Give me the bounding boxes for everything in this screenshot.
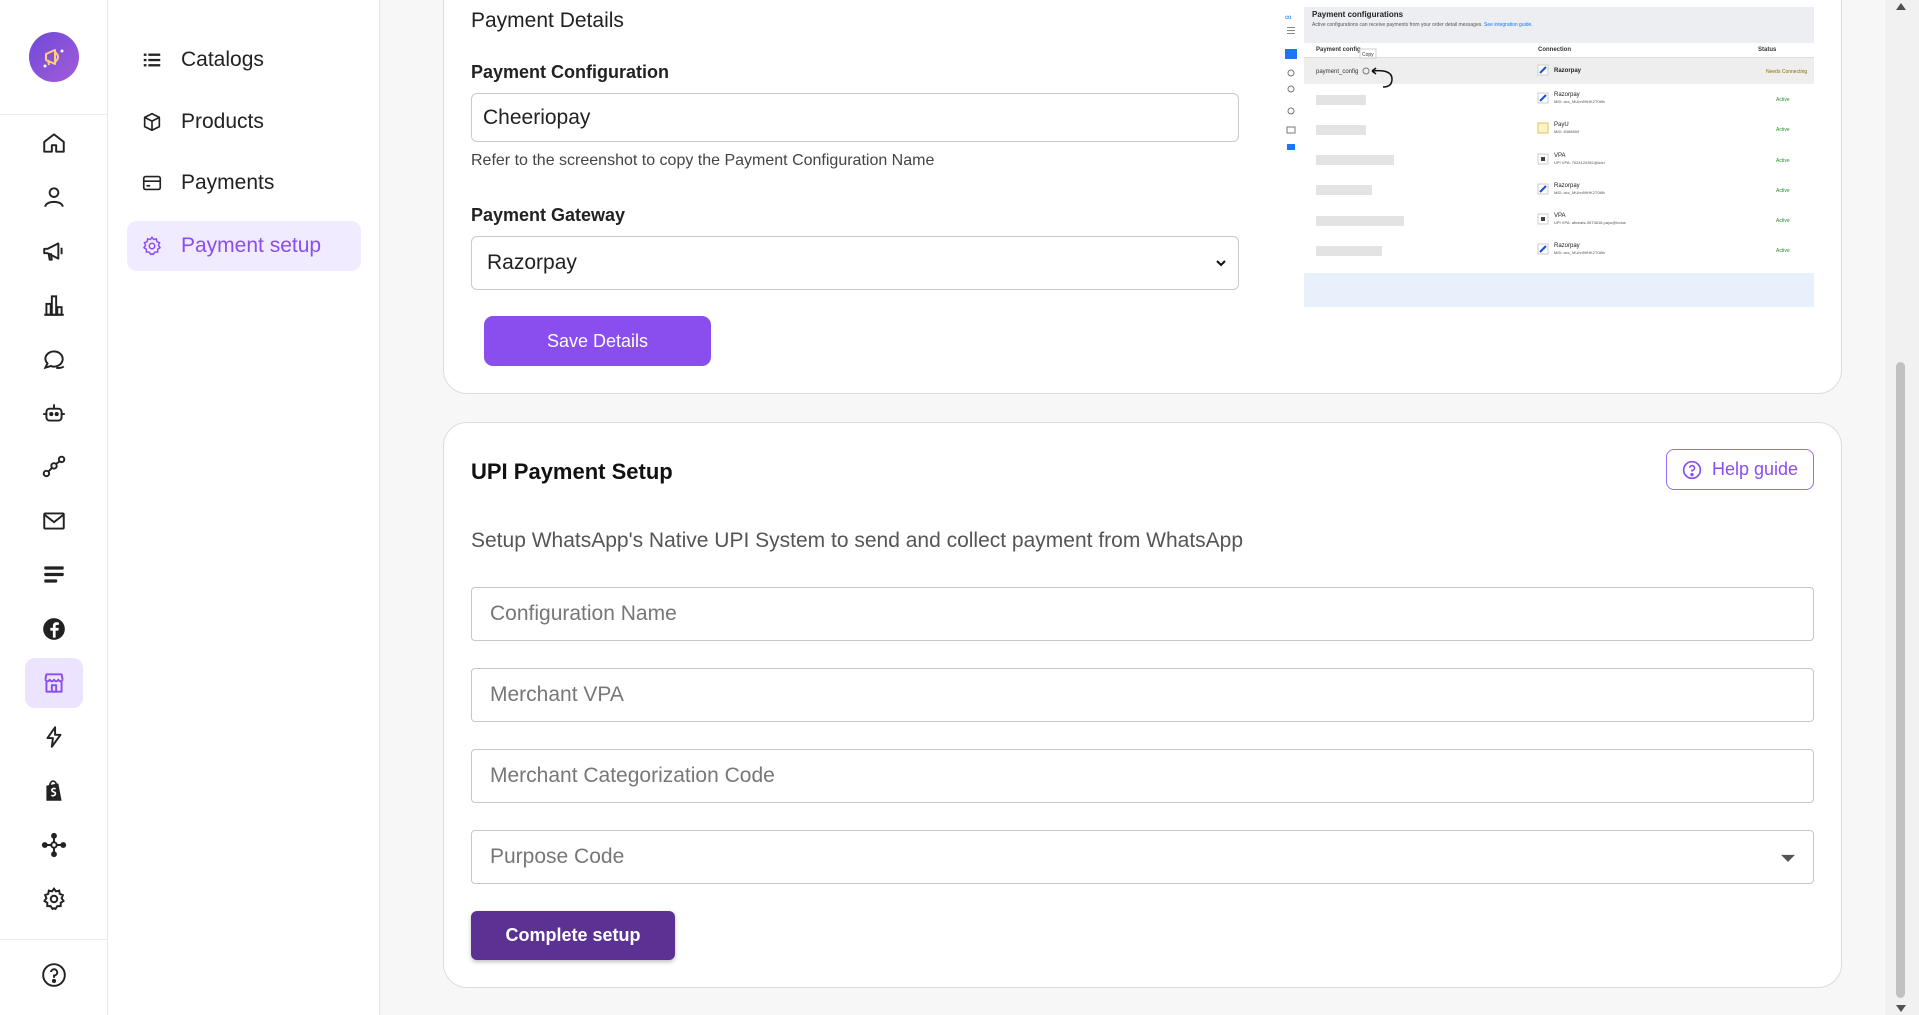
page-scrollbar[interactable] — [1885, 0, 1919, 1015]
payment-config-input[interactable]: Cheeriopay — [471, 93, 1239, 142]
purpose-code-select[interactable]: Purpose Code — [471, 830, 1814, 884]
subnav-label: Catalogs — [181, 48, 264, 71]
scroll-down-arrow-icon[interactable] — [1896, 1005, 1906, 1012]
complete-setup-button[interactable]: Complete setup — [471, 911, 675, 960]
svg-text:UPI VPA: 7024124361@icici: UPI VPA: 7024124361@icici — [1554, 160, 1605, 165]
svg-text:Status: Status — [1758, 47, 1777, 53]
subnav-item-payments[interactable]: Payments — [127, 158, 361, 208]
shopify-icon[interactable] — [25, 766, 83, 816]
svg-text:Active: Active — [1776, 188, 1790, 194]
facebook-icon[interactable] — [25, 604, 83, 654]
svg-text:MID: acc_MUhn59HK2T0i8h: MID: acc_MUhn59HK2T0i8h — [1554, 190, 1605, 195]
help-guide-label: Help guide — [1711, 459, 1799, 479]
upi-description: Setup WhatsApp's Native UPI System to se… — [471, 529, 1244, 552]
gear-icon — [142, 236, 162, 256]
scroll-up-arrow-icon[interactable] — [1896, 3, 1906, 10]
svg-text:Razorpay: Razorpay — [1554, 243, 1580, 249]
mail-icon[interactable] — [25, 496, 83, 546]
rail-divider — [0, 939, 107, 940]
subnav-label: Payment setup — [181, 234, 322, 257]
home-icon[interactable] — [25, 118, 83, 168]
bot-icon[interactable] — [25, 388, 83, 438]
merchant-vpa-placeholder: Merchant VPA — [490, 683, 624, 706]
svg-text:VPA: VPA — [1554, 153, 1566, 159]
svg-text:Razorpay: Razorpay — [1554, 183, 1580, 189]
payment-config-helper: Refer to the screenshot to copy the Paym… — [471, 152, 935, 169]
payment-details-card: Payment Details Payment Configuration Ch… — [443, 0, 1842, 394]
purpose-code-placeholder: Purpose Code — [490, 845, 625, 868]
svg-text:Active configurations can rece: Active configurations can receive paymen… — [1312, 22, 1533, 28]
svg-text:PayU: PayU — [1554, 122, 1569, 128]
payment-config-reference-image: ∞ Payment configurations Active configur… — [1280, 7, 1814, 307]
subnav-label: Payments — [181, 171, 275, 194]
merchant-vpa-input[interactable]: Merchant VPA — [471, 668, 1814, 722]
svg-text:Active: Active — [1776, 218, 1790, 224]
payment-gateway-select[interactable]: Razorpay — [471, 236, 1239, 290]
megaphone-logo-icon — [43, 49, 63, 68]
user-icon[interactable] — [25, 172, 83, 222]
integration-icon[interactable] — [25, 820, 83, 870]
svg-text:Needs Connecting: Needs Connecting — [1766, 69, 1807, 75]
preview-title: Payment configurations — [1312, 10, 1404, 19]
chat-icon[interactable] — [25, 334, 83, 384]
list-icon[interactable] — [25, 550, 83, 600]
brand-logo[interactable] — [28, 32, 79, 82]
svg-text:Active: Active — [1776, 158, 1790, 164]
flow-icon[interactable] — [25, 442, 83, 492]
payment-gateway-value: Razorpay — [487, 251, 577, 274]
bar-chart-icon[interactable] — [25, 280, 83, 330]
svg-text:VPA: VPA — [1554, 213, 1566, 219]
svg-text:Active: Active — [1776, 248, 1790, 254]
icon-rail — [0, 0, 108, 1015]
payment-gateway-label: Payment Gateway — [471, 205, 626, 225]
store-icon[interactable] — [25, 658, 83, 708]
svg-text:UPI VPA: ativeats-9573816.payu: UPI VPA: ativeats-9573816.payu@indus — [1554, 220, 1626, 225]
subnav-item-payment-setup[interactable]: Payment setup — [127, 221, 361, 271]
configuration-name-placeholder: Configuration Name — [490, 602, 677, 625]
subnav-item-catalogs[interactable]: Catalogs — [127, 35, 361, 85]
svg-text:MID: acc_MUhn59HK2T0i8h: MID: acc_MUhn59HK2T0i8h — [1554, 99, 1605, 104]
lightning-icon[interactable] — [25, 712, 83, 762]
upi-section-title: UPI Payment Setup — [471, 459, 673, 484]
logo-area — [0, 0, 107, 115]
svg-text:Copy: Copy — [1362, 52, 1374, 58]
merchant-category-code-placeholder: Merchant Categorization Code — [490, 764, 775, 787]
help-guide-button[interactable]: Help guide — [1666, 449, 1814, 490]
megaphone-icon[interactable] — [25, 226, 83, 276]
chevron-down-icon — [1216, 260, 1226, 267]
svg-text:MID: acc_MUhn59HK2T0i8h: MID: acc_MUhn59HK2T0i8h — [1554, 250, 1605, 255]
box-icon — [143, 112, 161, 132]
merchant-category-code-input[interactable]: Merchant Categorization Code — [471, 749, 1814, 803]
svg-text:Razorpay: Razorpay — [1554, 68, 1582, 74]
svg-text:MID: 8368659: MID: 8368659 — [1554, 129, 1580, 134]
scrollbar-thumb[interactable] — [1896, 362, 1905, 998]
save-details-button[interactable]: Save Details — [484, 316, 711, 366]
svg-text:∞: ∞ — [1285, 12, 1291, 22]
payment-config-value: Cheeriopay — [483, 105, 591, 129]
svg-text:payment_config: payment_config — [1316, 69, 1358, 75]
help-circle-icon[interactable] — [25, 950, 83, 1000]
svg-text:Razorpay: Razorpay — [1554, 92, 1580, 98]
payment-config-label: Payment Configuration — [471, 62, 670, 82]
configuration-name-input[interactable]: Configuration Name — [471, 587, 1814, 641]
svg-text:Connection: Connection — [1538, 47, 1571, 53]
card-icon — [142, 175, 162, 191]
subnav-item-products[interactable]: Products — [127, 97, 361, 147]
settings-icon[interactable] — [25, 874, 83, 924]
subnav-label: Products — [181, 110, 264, 133]
list-icon — [143, 53, 161, 67]
svg-text:Active: Active — [1776, 127, 1790, 133]
upi-setup-card: UPI Payment Setup Help guide Setup Whats… — [443, 422, 1842, 988]
svg-text:Payment config: Payment config — [1316, 47, 1361, 53]
question-circle-icon — [1682, 460, 1702, 479]
section-title: Payment Details — [471, 9, 624, 32]
svg-text:Active: Active — [1776, 97, 1790, 103]
commerce-subnav: Catalogs Products Payments Payment setup — [108, 0, 380, 1015]
caret-down-icon — [1781, 854, 1795, 862]
